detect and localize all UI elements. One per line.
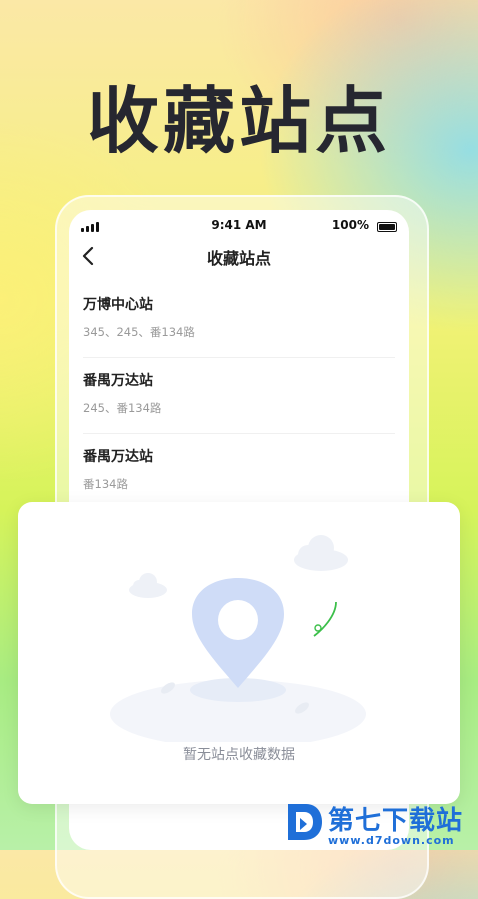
cloud-icon <box>294 535 348 571</box>
nav-bar: 收藏站点 <box>69 236 409 276</box>
cloud-icon <box>129 573 167 598</box>
list-item[interactable]: 万博中心站 345、245、番134路 <box>83 282 395 358</box>
promo-headline: 收藏站点 <box>86 79 391 163</box>
station-list: 万博中心站 345、245、番134路 番禺万达站 245、番134路 番禺万达… <box>83 282 395 510</box>
battery-percentage: 100% <box>331 218 369 232</box>
empty-illustration <box>110 535 366 742</box>
empty-state-message: 暂无站点收藏数据 <box>183 747 295 763</box>
watermark-url: www.d7down.com <box>328 834 455 847</box>
battery-icon <box>377 222 397 232</box>
location-pin-icon <box>192 578 284 688</box>
station-name: 番禺万达站 <box>83 449 153 465</box>
empty-state-card: 暂无站点收藏数据 <box>18 502 460 804</box>
station-routes: 345、245、番134路 <box>83 325 195 339</box>
status-bar: 9:41 AM 100% <box>69 216 409 236</box>
station-name: 万博中心站 <box>83 297 153 313</box>
list-item[interactable]: 番禺万达站 245、番134路 <box>83 358 395 434</box>
station-routes: 245、番134路 <box>83 401 162 415</box>
watermark-title: 第七下载站 <box>328 806 464 836</box>
list-item[interactable]: 番禺万达站 番134路 <box>83 434 395 510</box>
station-name: 番禺万达站 <box>83 373 153 389</box>
page-title: 收藏站点 <box>206 249 271 268</box>
station-routes: 番134路 <box>83 477 128 491</box>
watermark-logo-icon <box>288 804 322 840</box>
